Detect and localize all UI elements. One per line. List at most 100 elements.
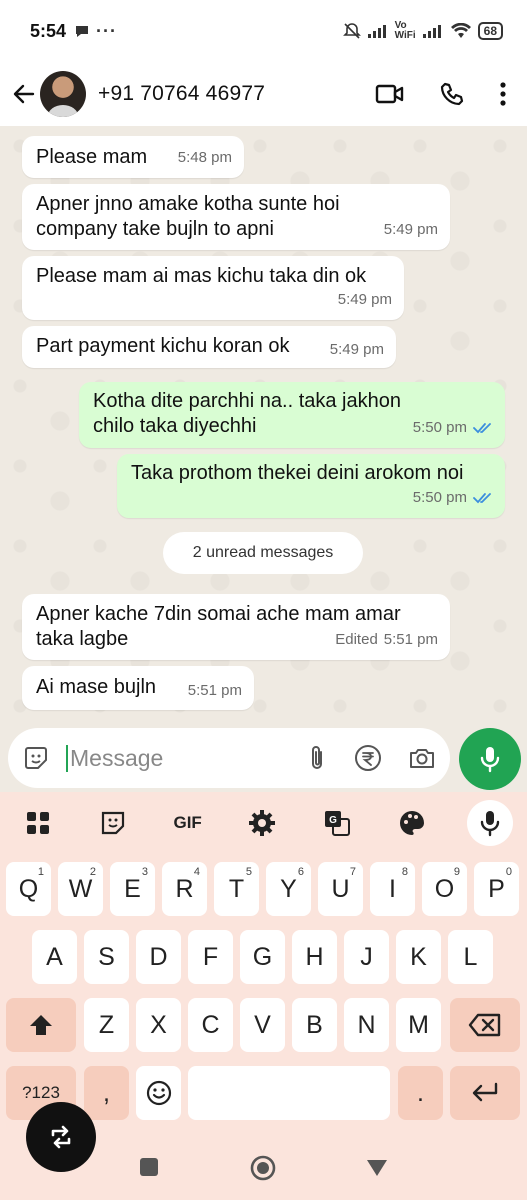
repeat-switch-icon xyxy=(51,1125,71,1149)
translate-icon[interactable]: G xyxy=(317,803,357,843)
message-bubble[interactable]: Kotha dite parchhi na.. taka jakhon chil… xyxy=(79,382,505,448)
message-input[interactable]: Message xyxy=(8,728,450,788)
emoji-icon xyxy=(146,1080,171,1106)
message-time: 5:49 pm xyxy=(383,221,438,238)
key-s[interactable]: S xyxy=(84,930,129,984)
key-p[interactable]: P0 xyxy=(474,862,519,916)
vowifi-label: Vo WiFi xyxy=(394,20,416,41)
enter-key[interactable] xyxy=(450,1066,520,1120)
period-key[interactable]: . xyxy=(398,1066,443,1120)
message-time: 5:49 pm xyxy=(337,291,392,308)
status-time: 5:54 xyxy=(30,20,67,41)
message-time: 5:51 pm xyxy=(383,631,438,648)
message-text: Please mam ai mas kichu taka din ok xyxy=(36,265,367,287)
voice-call-icon[interactable] xyxy=(439,81,465,107)
shift-key[interactable] xyxy=(6,998,76,1052)
key-e[interactable]: E3 xyxy=(110,862,155,916)
key-o[interactable]: O9 xyxy=(422,862,467,916)
message-text: Taka prothom thekei deini arokom noi xyxy=(131,462,464,484)
key-w[interactable]: W2 xyxy=(58,862,103,916)
message-bubble[interactable]: Apner kache 7din somai ache mam amar tak… xyxy=(22,594,450,660)
double-check-icon xyxy=(473,492,493,504)
mute-bell-icon xyxy=(342,23,361,39)
key-g[interactable]: G xyxy=(240,930,285,984)
key-z[interactable]: Z xyxy=(84,998,129,1052)
key-k[interactable]: K xyxy=(396,930,441,984)
key-n[interactable]: N xyxy=(344,998,389,1052)
theme-palette-icon[interactable] xyxy=(392,803,432,843)
status-bar: 5:54 ··· Vo WiFi 68 xyxy=(0,0,527,62)
rupee-payment-icon[interactable] xyxy=(354,744,382,772)
key-d[interactable]: D xyxy=(136,930,181,984)
message-text: Please mam xyxy=(36,146,148,168)
back-button[interactable] xyxy=(10,80,38,108)
key-l[interactable]: L xyxy=(448,930,493,984)
message-text: Ai mase bujln xyxy=(36,676,157,698)
keyboard-toolbar: GIF G xyxy=(0,792,527,854)
space-key[interactable] xyxy=(188,1066,390,1120)
double-check-icon xyxy=(473,422,493,434)
voice-typing-icon[interactable] xyxy=(466,800,513,846)
wifi-icon xyxy=(450,23,471,38)
more-options-icon[interactable] xyxy=(499,81,507,107)
backspace-icon xyxy=(468,1013,501,1037)
voice-message-button[interactable] xyxy=(459,728,521,790)
message-time: 5:50 pm xyxy=(412,489,467,506)
attach-icon[interactable] xyxy=(306,744,328,772)
message-time: 5:49 pm xyxy=(329,341,384,358)
key-y[interactable]: Y6 xyxy=(266,862,311,916)
edited-label: Edited xyxy=(335,631,378,648)
message-composer: Message xyxy=(0,726,527,792)
svg-text:G: G xyxy=(329,815,337,826)
key-x[interactable]: X xyxy=(136,998,181,1052)
video-call-icon[interactable] xyxy=(375,82,405,106)
key-i[interactable]: I8 xyxy=(370,862,415,916)
key-c[interactable]: C xyxy=(188,998,233,1052)
key-u[interactable]: U7 xyxy=(318,862,363,916)
shift-arrow-icon xyxy=(30,1015,52,1035)
home-circle-icon[interactable] xyxy=(249,1154,277,1182)
message-bubble[interactable]: Part payment kichu koran ok 5:49 pm xyxy=(22,326,396,368)
key-v[interactable]: V xyxy=(240,998,285,1052)
key-b[interactable]: B xyxy=(292,998,337,1052)
avatar[interactable] xyxy=(40,71,86,117)
sticker-icon[interactable] xyxy=(22,744,50,772)
key-t[interactable]: T5 xyxy=(214,862,259,916)
key-f[interactable]: F xyxy=(188,930,233,984)
backspace-key[interactable] xyxy=(450,998,520,1052)
message-bubble[interactable]: Apner jnno amake kotha sunte hoi company… xyxy=(22,184,450,250)
comma-key[interactable]: , xyxy=(84,1066,129,1120)
key-j[interactable]: J xyxy=(344,930,389,984)
chat-bubble-icon xyxy=(76,26,89,37)
message-text: Kotha dite parchhi na.. taka jakhon chil… xyxy=(93,390,401,437)
more-notifications-icon: ··· xyxy=(96,20,118,41)
contact-name[interactable]: +91 70764 46977 xyxy=(98,82,265,106)
key-m[interactable]: M xyxy=(396,998,441,1052)
message-bubble[interactable]: Ai mase bujln 5:51 pm xyxy=(22,666,254,710)
message-time: 5:48 pm xyxy=(177,149,232,166)
sticker-note-icon[interactable] xyxy=(93,803,133,843)
key-r[interactable]: R4 xyxy=(162,862,207,916)
unread-messages-divider: 2 unread messages xyxy=(163,532,363,574)
message-bubble[interactable]: Taka prothom thekei deini arokom noi 5:5… xyxy=(117,454,505,518)
camera-icon[interactable] xyxy=(408,745,436,771)
settings-gear-icon[interactable] xyxy=(242,803,282,843)
message-time: 5:51 pm xyxy=(187,682,242,699)
key-a[interactable]: A xyxy=(32,930,77,984)
key-q[interactable]: Q1 xyxy=(6,862,51,916)
message-bubble[interactable]: Please mam 5:48 pm xyxy=(22,136,244,178)
message-text: Apner jnno amake kotha sunte hoi company… xyxy=(36,193,340,240)
recents-square-icon[interactable] xyxy=(138,1156,160,1178)
message-placeholder: Message xyxy=(66,744,163,772)
battery-indicator: 68 xyxy=(477,22,503,40)
message-bubble[interactable]: Please mam ai mas kichu taka din ok 5:49… xyxy=(22,256,404,320)
apps-grid-icon[interactable] xyxy=(18,803,58,843)
floating-switch-button[interactable] xyxy=(26,1102,96,1172)
emoji-key[interactable] xyxy=(136,1066,181,1120)
chat-area[interactable]: Please mam 5:48 pm Apner jnno amake koth… xyxy=(0,126,527,726)
back-triangle-icon[interactable] xyxy=(365,1156,389,1178)
key-h[interactable]: H xyxy=(292,930,337,984)
gif-button[interactable]: GIF xyxy=(168,803,208,843)
message-text: Part payment kichu koran ok xyxy=(36,335,290,357)
chat-header: +91 70764 46977 xyxy=(0,62,527,126)
